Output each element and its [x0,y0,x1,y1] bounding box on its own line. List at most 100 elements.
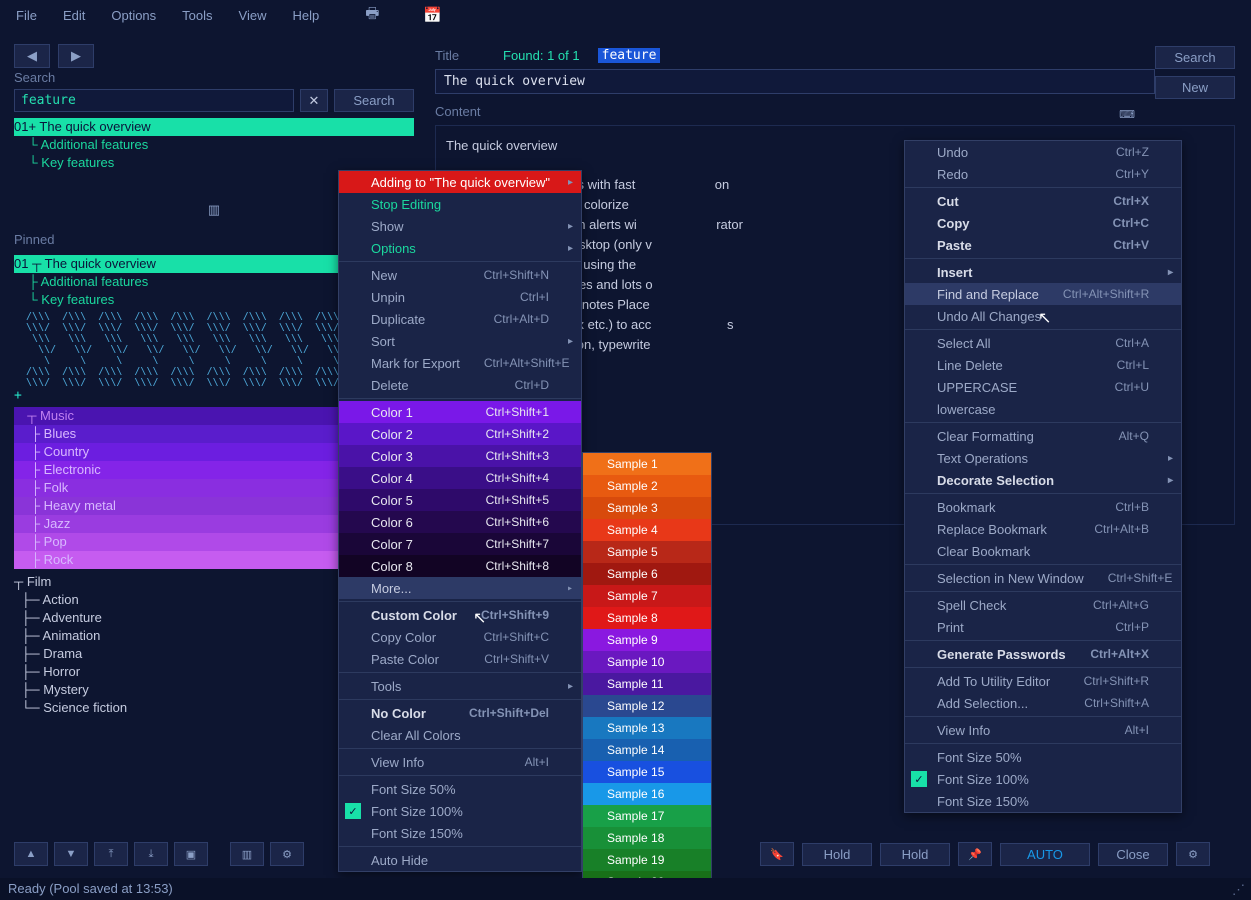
sample-swatch[interactable]: Sample 11 [583,673,711,695]
sort-asc-button[interactable]: ⤒ [94,842,128,866]
sample-swatch[interactable]: Sample 16 [583,783,711,805]
menu-item[interactable]: Insert [905,261,1181,283]
next-button[interactable]: ▶ [58,44,94,68]
menu-item[interactable]: View InfoAlt+I [905,719,1181,741]
hold-button-2[interactable]: Hold [880,843,950,866]
menu-item[interactable]: View InfoAlt+I [339,751,581,773]
search-input[interactable] [14,89,294,112]
sample-swatch[interactable]: Sample 17 [583,805,711,827]
menu-item[interactable]: Find and ReplaceCtrl+Alt+Shift+R [905,283,1181,305]
auto-button[interactable]: AUTO [1000,843,1090,866]
menu-item[interactable]: Spell CheckCtrl+Alt+G [905,594,1181,616]
printer-icon[interactable]: 🖶 [355,0,389,32]
menu-item[interactable]: Decorate Selection [905,469,1181,491]
sample-swatch[interactable]: Sample 1 [583,453,711,475]
columns-button[interactable]: ▥ [230,842,264,866]
menu-item[interactable]: Clear FormattingAlt+Q [905,425,1181,447]
menu-item[interactable]: CutCtrl+X [905,190,1181,212]
search-button[interactable]: Search [334,89,414,112]
group-button[interactable]: ▣ [174,842,208,866]
menu-item[interactable]: Clear Bookmark [905,540,1181,562]
new-button[interactable]: New [1155,76,1235,99]
pin-icon[interactable]: 📌 [958,842,992,866]
sample-swatch[interactable]: Sample 6 [583,563,711,585]
menu-color-item[interactable]: Color 4Ctrl+Shift+4 [339,467,581,489]
menu-item[interactable]: PrintCtrl+P [905,616,1181,638]
menu-item[interactable]: DuplicateCtrl+Alt+D [339,308,581,330]
sample-swatch[interactable]: Sample 5 [583,541,711,563]
tree-item[interactable]: └ Additional features [14,136,414,154]
menu-item[interactable]: NewCtrl+Shift+N [339,264,581,286]
menu-item[interactable]: Text Operations [905,447,1181,469]
menu-edit[interactable]: Edit [51,4,97,27]
sample-swatch[interactable]: Sample 3 [583,497,711,519]
menu-item[interactable]: Sort [339,330,581,352]
menu-item[interactable]: Replace BookmarkCtrl+Alt+B [905,518,1181,540]
menu-item[interactable]: Font Size 50% [905,746,1181,768]
menu-item[interactable]: ✓Font Size 100% [339,800,581,822]
settings-icon[interactable]: ⚙ [270,842,304,866]
menu-item[interactable]: PasteCtrl+V [905,234,1181,256]
menu-more[interactable]: More... [339,577,581,599]
clear-search-button[interactable]: ✕ [300,89,328,112]
menu-item[interactable]: ✓Font Size 100% [905,768,1181,790]
calendar-icon[interactable]: 📅 [413,2,452,28]
menu-item[interactable]: Add Selection...Ctrl+Shift+A [905,692,1181,714]
menu-item[interactable]: Select AllCtrl+A [905,332,1181,354]
menu-item[interactable]: BookmarkCtrl+B [905,496,1181,518]
menu-item[interactable]: Copy ColorCtrl+Shift+C [339,626,581,648]
menu-file[interactable]: File [4,4,49,27]
keyboard-icon[interactable]: ⌨ [1119,108,1135,121]
sample-swatch[interactable]: Sample 13 [583,717,711,739]
menu-item[interactable]: RedoCtrl+Y [905,163,1181,185]
drag-handle-icon[interactable]: ▥ [208,202,220,217]
menu-color-item[interactable]: Color 7Ctrl+Shift+7 [339,533,581,555]
sample-swatch[interactable]: Sample 19 [583,849,711,871]
menu-item[interactable]: Generate PasswordsCtrl+Alt+X [905,643,1181,665]
menu-item[interactable]: Clear All Colors [339,724,581,746]
sample-swatch[interactable]: Sample 8 [583,607,711,629]
menu-item[interactable]: Selection in New WindowCtrl+Shift+E [905,567,1181,589]
menu-stop-editing[interactable]: Stop Editing [339,193,581,215]
menu-item[interactable]: CopyCtrl+C [905,212,1181,234]
menu-item[interactable]: Font Size 150% [339,822,581,844]
settings2-icon[interactable]: ⚙ [1176,842,1210,866]
menu-item[interactable]: Line DeleteCtrl+L [905,354,1181,376]
menu-item[interactable]: UnpinCtrl+I [339,286,581,308]
menu-tools[interactable]: Tools [170,4,224,27]
menu-item[interactable]: Paste ColorCtrl+Shift+V [339,648,581,670]
bookmark-icon[interactable]: 🔖 [760,842,794,866]
menu-item[interactable]: No ColorCtrl+Shift+Del [339,702,581,724]
menu-item[interactable]: UndoCtrl+Z [905,141,1181,163]
sample-swatch[interactable]: Sample 7 [583,585,711,607]
result-tree[interactable]: 01+ The quick overview └ Additional feat… [14,118,414,172]
menu-item[interactable]: Font Size 50% [339,778,581,800]
menu-options[interactable]: Options [99,4,168,27]
menu-item[interactable]: lowercase [905,398,1181,420]
menu-color-item[interactable]: Color 1Ctrl+Shift+1 [339,401,581,423]
menu-item[interactable]: Undo All Changes [905,305,1181,327]
menu-item[interactable]: Font Size 150% [905,790,1181,812]
menu-help[interactable]: Help [280,4,331,27]
title-search-button[interactable]: Search [1155,46,1235,69]
tree-item-selected[interactable]: 01+ The quick overview [14,118,414,136]
sort-desc-button[interactable]: ⤓ [134,842,168,866]
menu-item[interactable]: Options [339,237,581,259]
sample-swatch[interactable]: Sample 18 [583,827,711,849]
menu-view[interactable]: View [227,4,279,27]
menu-adding-to[interactable]: Adding to "The quick overview" [339,171,581,193]
sample-swatch[interactable]: Sample 9 [583,629,711,651]
menu-color-item[interactable]: Color 8Ctrl+Shift+8 [339,555,581,577]
move-up-button[interactable]: ▲ [14,842,48,866]
menu-item[interactable]: Add To Utility EditorCtrl+Shift+R [905,670,1181,692]
sample-swatch[interactable]: Sample 2 [583,475,711,497]
hold-button-1[interactable]: Hold [802,843,872,866]
menu-tools[interactable]: Tools [339,675,581,697]
prev-button[interactable]: ◀ [14,44,50,68]
menu-item[interactable]: UPPERCASECtrl+U [905,376,1181,398]
menu-color-item[interactable]: Color 3Ctrl+Shift+3 [339,445,581,467]
menu-item[interactable]: Mark for ExportCtrl+Alt+Shift+E [339,352,581,374]
sample-swatch[interactable]: Sample 15 [583,761,711,783]
title-input[interactable] [435,69,1155,94]
menu-item[interactable]: Custom ColorCtrl+Shift+9 [339,604,581,626]
